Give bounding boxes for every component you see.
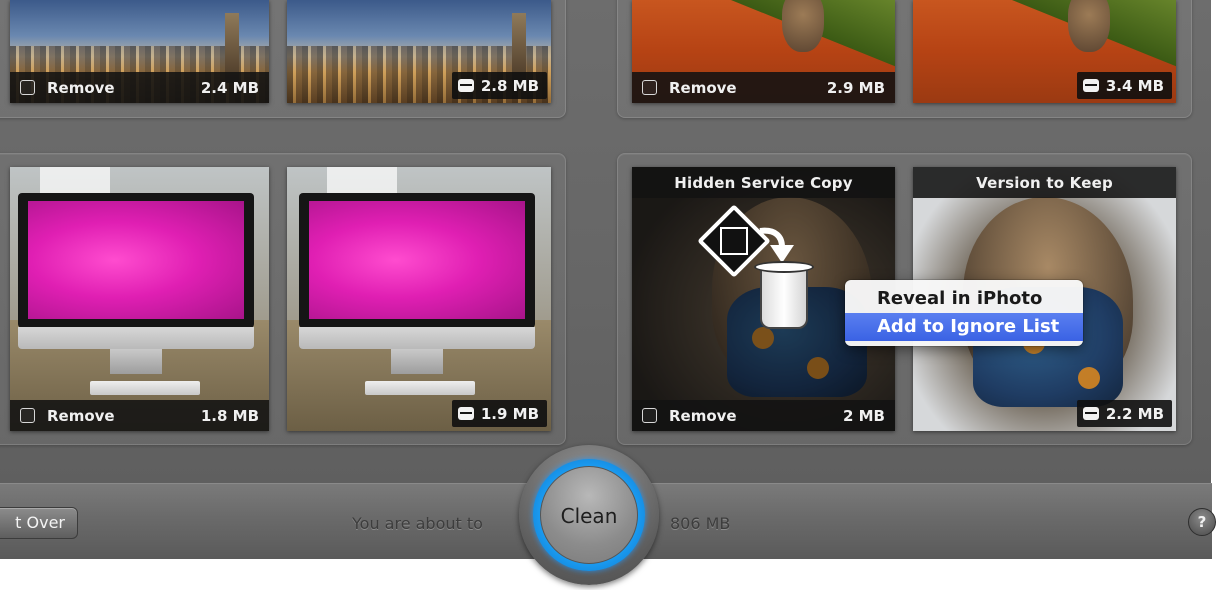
remove-label: Remove — [47, 406, 115, 425]
file-size: 2.4 MB — [200, 78, 259, 97]
remove-checkbox[interactable] — [20, 408, 35, 423]
remove-checkbox[interactable] — [642, 80, 657, 95]
remove-checkbox[interactable] — [20, 80, 35, 95]
photo-tile-floor-1[interactable]: Remove 2.9 MB — [632, 0, 895, 103]
drive-icon — [457, 407, 474, 420]
file-size: 2.9 MB — [826, 78, 885, 97]
tile-bar: Remove 1.8 MB — [10, 400, 269, 431]
window-edge — [1211, 0, 1223, 483]
about-text: You are about to — [352, 514, 483, 533]
keep-badge: 2.8 MB — [451, 72, 547, 99]
total-size: 806 MB — [670, 514, 731, 533]
tile-title-bar: Hidden Service Copy — [632, 167, 895, 198]
photo-tile-imac-1[interactable]: Remove 1.8 MB — [10, 167, 269, 431]
photo-tile-floor-2[interactable]: 3.4 MB — [913, 0, 1176, 103]
keep-badge: 3.4 MB — [1076, 72, 1172, 99]
context-menu: Reveal in iPhoto Add to Ignore List — [845, 280, 1083, 346]
file-size: 2.8 MB — [480, 76, 539, 95]
menu-item-add-to-ignore-list[interactable]: Add to Ignore List — [845, 313, 1083, 341]
file-size: 2 MB — [842, 406, 885, 425]
menu-item-reveal-in-iphoto[interactable]: Reveal in iPhoto — [845, 285, 1083, 313]
help-button[interactable]: ? — [1188, 508, 1216, 536]
clean-button-housing: Clean — [519, 445, 659, 585]
drive-icon — [1082, 79, 1099, 92]
photo-tile-city-2[interactable]: 2.8 MB — [287, 0, 551, 103]
keep-badge: 1.9 MB — [451, 400, 547, 427]
keep-badge: 2.2 MB — [1076, 400, 1172, 427]
remove-label: Remove — [669, 406, 737, 425]
arrow-icon — [759, 227, 794, 263]
tile-title: Version to Keep — [976, 173, 1113, 192]
tile-title: Hidden Service Copy — [674, 173, 853, 192]
remove-checkbox[interactable] — [642, 408, 657, 423]
photo-tile-imac-2[interactable]: 1.9 MB — [287, 167, 551, 431]
results-area: Remove 2.4 MB 2.8 MB Remove 2.9 MB 3.4 M… — [0, 0, 1223, 483]
start-over-button[interactable]: t Over — [0, 507, 78, 539]
tile-bar: Remove 2.9 MB — [632, 72, 895, 103]
imac-photo — [10, 167, 269, 431]
remove-label: Remove — [669, 78, 737, 97]
photo-tile-city-1[interactable]: Remove 2.4 MB — [10, 0, 269, 103]
tile-bar: Remove 2.4 MB — [10, 72, 269, 103]
imac-photo — [287, 167, 551, 431]
tile-bar: Remove 2 MB — [632, 400, 895, 431]
tile-title-bar: Version to Keep — [913, 167, 1176, 198]
drive-icon — [1082, 407, 1099, 420]
file-size: 1.9 MB — [480, 404, 539, 423]
app-window: Remove 2.4 MB 2.8 MB Remove 2.9 MB 3.4 M… — [0, 0, 1223, 590]
file-size: 3.4 MB — [1105, 76, 1164, 95]
trash-icon — [754, 261, 814, 329]
clean-button[interactable]: Clean — [540, 466, 638, 564]
file-size: 1.8 MB — [200, 406, 259, 425]
drive-icon — [457, 79, 474, 92]
remove-label: Remove — [47, 78, 115, 97]
file-size: 2.2 MB — [1105, 404, 1164, 423]
